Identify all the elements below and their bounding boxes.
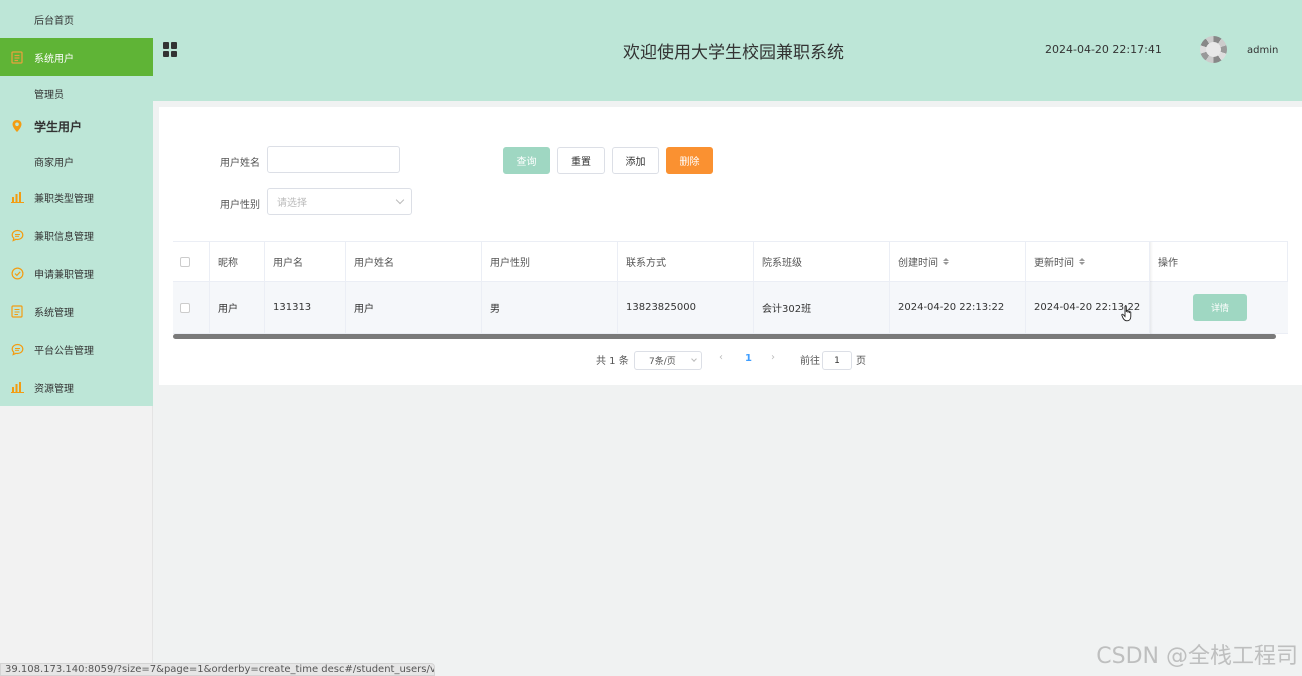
chevron-down-icon [395,195,405,205]
row-checkbox[interactable] [180,302,190,313]
check-circle-icon [10,266,24,280]
sidebar-item-label: 兼职类型管理 [34,193,94,205]
table-cell: 2024-04-20 22:13:22 [890,282,1026,333]
gender-select-placeholder: 请选择 [277,198,307,209]
sidebar-item-job-applications[interactable]: 申请兼职管理 [0,254,153,292]
page-size-select[interactable]: 7条/页 [634,351,702,370]
sidebar-item-label: 系统用户 [34,53,74,65]
table-cell: 13823825000 [618,282,754,333]
sidebar-item-label: 管理员 [34,89,64,101]
table-cell: 用户 [210,282,265,333]
table-cell: 用户 [346,282,482,333]
query-button[interactable]: 查询 [503,147,550,174]
select-all-cell [173,242,210,281]
sidebar-item-label: 资源管理 [34,383,74,395]
column-header: 联系方式 [618,242,754,281]
sidebar-item-job-info[interactable]: 兼职信息管理 [0,216,153,254]
column-header: 昵称 [210,242,265,281]
sort-icon[interactable] [943,258,949,265]
add-button[interactable]: 添加 [612,147,659,174]
username[interactable]: admin [1247,45,1278,56]
column-header: 用户性别 [482,242,618,281]
sidebar: 后台首页 系统用户 管理员 学生用户 商家用户 兼职类型管理 兼职信息管理 申请… [0,0,153,406]
gender-select[interactable]: 请选择 [267,188,412,215]
document-icon [10,50,24,64]
column-header-sortable[interactable]: 更新时间 [1026,242,1150,281]
name-filter-label: 用户姓名 [220,158,260,169]
page-size-value: 7条/页 [649,357,676,367]
bar-chart-icon [10,190,24,204]
sidebar-item-label: 兼职信息管理 [34,231,94,243]
menu-toggle-icon[interactable] [163,42,178,57]
sidebar-item-system-management[interactable]: 系统管理 [0,292,153,330]
fixed-column-shadow [1150,242,1153,334]
location-pin-icon [10,119,24,133]
name-filter-input[interactable] [267,146,400,173]
watermark: CSDN @全栈工程司 [1096,644,1298,669]
sidebar-item-label: 申请兼职管理 [34,269,94,281]
column-header-label: 创建时间 [898,258,938,269]
next-page-icon[interactable]: › [771,352,775,363]
current-datetime: 2024-04-20 22:17:41 [1045,43,1162,56]
delete-button[interactable]: 删除 [666,147,713,174]
sidebar-item-resources[interactable]: 资源管理 [0,368,153,406]
sidebar-item-label: 学生用户 [34,119,83,134]
table-header-row: 昵称 用户名 用户姓名 用户性别 联系方式 院系班级 创建时间 更新时间 操作 [173,242,1288,282]
hand-pointer-icon [1121,305,1134,325]
column-header-label: 更新时间 [1034,258,1074,269]
reset-button[interactable]: 重置 [557,147,605,174]
pagination-total: 共 1 条 [596,356,629,367]
browser-status-url: 39.108.173.140:8059/?size=7&page=1&order… [0,663,435,676]
sidebar-item-merchant-users[interactable]: 商家用户 [0,142,153,180]
prev-page-icon[interactable]: ‹ [719,352,723,363]
sidebar-item-system-users[interactable]: 系统用户 [0,38,153,76]
sidebar-background [0,406,153,676]
goto-prefix: 前往 [800,356,820,367]
sidebar-item-label: 商家用户 [34,157,74,169]
table-horizontal-scrollbar[interactable] [173,334,1276,339]
select-all-checkbox[interactable] [180,256,190,267]
detail-button[interactable]: 详情 [1193,294,1247,321]
goto-page-input[interactable] [822,351,852,370]
row-select-cell [173,282,210,333]
content-card: 用户姓名 用户性别 请选择 查询 重置 添加 删除 昵称 用户名 用户姓名 用户… [159,107,1302,385]
sort-icon[interactable] [1079,258,1085,265]
sidebar-item-announcements[interactable]: 平台公告管理 [0,330,153,368]
bar-chart-icon [10,380,24,394]
column-header: 用户名 [265,242,346,281]
sidebar-item-label: 平台公告管理 [34,345,94,357]
page-title: 欢迎使用大学生校园兼职系统 [623,43,844,63]
column-header: 操作 [1150,242,1288,281]
gender-filter-label: 用户性别 [220,200,260,211]
column-header: 用户姓名 [346,242,482,281]
top-header: 欢迎使用大学生校园兼职系统 2024-04-20 22:17:41 admin [153,0,1302,101]
column-header-sortable[interactable]: 创建时间 [890,242,1026,281]
sidebar-item-student-users[interactable]: 学生用户 [0,107,153,145]
page-number-current[interactable]: 1 [745,353,752,364]
chat-bubble-icon [10,342,24,356]
sidebar-item-label: 后台首页 [34,15,74,27]
table-cell: 131313 [265,282,346,333]
column-header: 院系班级 [754,242,890,281]
avatar[interactable] [1200,36,1227,63]
chevron-down-icon [691,356,697,362]
sidebar-item-home[interactable]: 后台首页 [0,0,153,38]
sidebar-item-job-types[interactable]: 兼职类型管理 [0,178,153,216]
chat-bubble-icon [10,228,24,242]
table-cell: 男 [482,282,618,333]
goto-suffix: 页 [856,356,866,367]
table-cell: 会计302班 [754,282,890,333]
document-icon [10,304,24,318]
sidebar-item-label: 系统管理 [34,307,74,319]
